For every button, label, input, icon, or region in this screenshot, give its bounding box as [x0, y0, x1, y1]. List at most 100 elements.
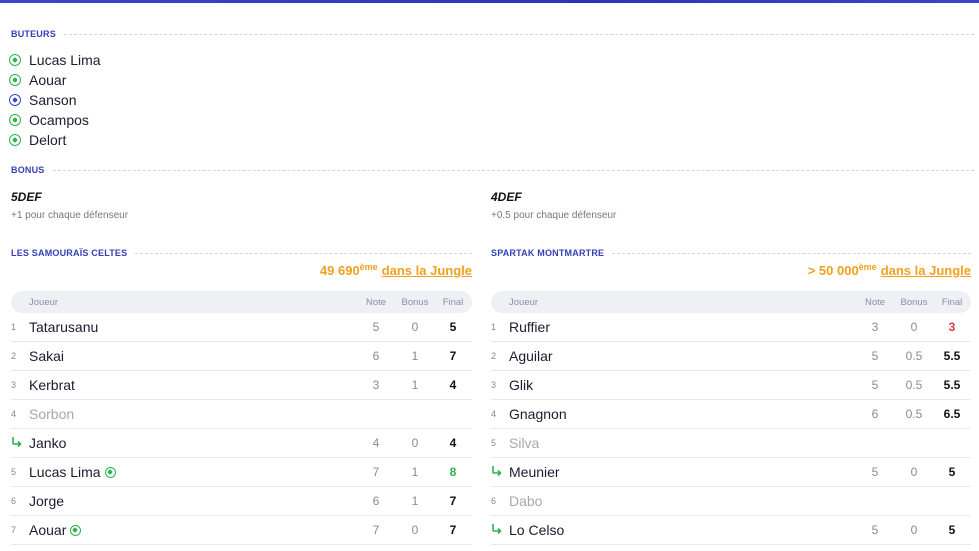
- player-position: 5: [491, 438, 497, 448]
- player-position: 7: [11, 525, 17, 535]
- soccer-ball-icon: [70, 524, 82, 536]
- player-name: Aguilar: [509, 348, 553, 364]
- soccer-ball-icon: [9, 134, 21, 146]
- team-name: SPARTAK MONTMARTRE: [491, 248, 605, 258]
- bonus-cell: 1: [411, 349, 419, 363]
- note-cell: 5: [871, 523, 879, 537]
- player-position: 4: [11, 409, 17, 419]
- soccer-ball-icon: [9, 54, 21, 66]
- player-name-cell[interactable]: Sorbon: [29, 406, 356, 422]
- final-cell: 4: [449, 378, 457, 392]
- player-name-cell[interactable]: Dabo: [509, 493, 855, 509]
- bonus-left: 5DEF +1 pour chaque défenseur: [11, 190, 128, 221]
- player-name: Dabo: [509, 493, 543, 509]
- bonus-description: +1 pour chaque défenseur: [11, 210, 129, 221]
- player-name-cell[interactable]: Glik: [509, 377, 855, 393]
- player-name-cell[interactable]: Aouar: [29, 522, 356, 538]
- table-row[interactable]: 4 Gnagnon 6 0.5 6.5: [491, 400, 971, 429]
- col-final: Final: [941, 296, 963, 308]
- scorer-name: Ocampos: [29, 112, 89, 128]
- bonus-cell: 1: [411, 465, 419, 479]
- player-position: 1: [491, 322, 497, 332]
- soccer-ball-icon: [9, 74, 21, 86]
- player-name: Sakai: [29, 348, 65, 364]
- team-left-rank: 49 690ème dans la Jungle: [320, 262, 472, 278]
- final-cell: 7: [449, 349, 457, 363]
- table-row[interactable]: 6 Dabo: [491, 487, 971, 516]
- bonus-cell: 1: [411, 494, 419, 508]
- substitution-icon: [11, 436, 29, 450]
- table-row[interactable]: 5 Silva: [491, 429, 971, 458]
- bonus-cell: 0: [411, 523, 419, 537]
- top-accent-bar: [0, 0, 979, 3]
- player-name: Jorge: [29, 493, 65, 509]
- table-row[interactable]: 1 Tatarusanu 5 0 5: [11, 313, 472, 342]
- table-row[interactable]: Janko 4 0 4: [11, 429, 472, 458]
- scorers-section-header: BUTEURS: [11, 29, 974, 39]
- player-name-cell[interactable]: Sakai: [29, 348, 356, 364]
- scorers-title: BUTEURS: [11, 29, 56, 39]
- final-cell: 5: [449, 320, 457, 334]
- player-name-cell[interactable]: Gnagnon: [509, 406, 855, 422]
- note-cell: 5: [372, 320, 380, 334]
- final-cell: 4: [449, 436, 457, 450]
- player-name-cell[interactable]: Silva: [509, 435, 855, 451]
- note-cell: 5: [871, 349, 879, 363]
- bonus-description: +0.5 pour chaque défenseur: [491, 210, 617, 221]
- table-header: Joueur Note Bonus Final: [11, 291, 472, 313]
- table-row[interactable]: 3 Kerbrat 3 1 4: [11, 371, 472, 400]
- bonus-cell: 0: [910, 320, 918, 334]
- player-name-cell[interactable]: Janko: [29, 435, 356, 451]
- table-row[interactable]: 2 Aguilar 5 0.5 5.5: [491, 342, 971, 371]
- scorer-item: Aouar: [9, 70, 101, 90]
- note-cell: 3: [372, 378, 380, 392]
- scorers-list: Lucas Lima Aouar Sanson Ocampos Delort: [9, 50, 101, 150]
- bonus-section-header: BONUS: [11, 165, 974, 175]
- player-position: 2: [11, 351, 17, 361]
- table-row[interactable]: 6 Jorge 6 1 7: [11, 487, 472, 516]
- scorer-name: Sanson: [29, 92, 77, 108]
- section-divider: [135, 252, 472, 254]
- scorer-item: Sanson: [9, 90, 101, 110]
- player-name-cell[interactable]: Jorge: [29, 493, 356, 509]
- scorer-name: Aouar: [29, 72, 67, 88]
- note-cell: 4: [372, 436, 380, 450]
- jungle-link[interactable]: dans la Jungle: [382, 263, 472, 278]
- table-row[interactable]: 5 Lucas Lima 7 1 8: [11, 458, 472, 487]
- table-body: 1 Ruffier 3 0 3 2 Aguilar 5 0.5 5.5 3 Glik 5 0.5 5.5 4 G…: [491, 313, 971, 545]
- bonus-cell: 0: [411, 436, 419, 450]
- player-name-cell[interactable]: Lo Celso: [509, 522, 855, 538]
- player-name: Kerbrat: [29, 377, 75, 393]
- player-name-cell[interactable]: Kerbrat: [29, 377, 356, 393]
- player-name-cell[interactable]: Tatarusanu: [29, 319, 356, 335]
- player-name-cell[interactable]: Aguilar: [509, 348, 855, 364]
- col-player: Joueur: [509, 296, 539, 308]
- table-row[interactable]: 3 Glik 5 0.5 5.5: [491, 371, 971, 400]
- team-right-rank: > 50 000ème dans la Jungle: [808, 262, 971, 278]
- final-cell: 7: [449, 523, 457, 537]
- table-row[interactable]: Lo Celso 5 0 5: [491, 516, 971, 545]
- player-name-cell[interactable]: Ruffier: [509, 319, 855, 335]
- table-row[interactable]: 4 Sorbon: [11, 400, 472, 429]
- section-divider: [612, 252, 971, 254]
- player-position: 6: [491, 496, 497, 506]
- soccer-ball-icon: [104, 466, 116, 478]
- note-cell: 5: [871, 378, 879, 392]
- table-row[interactable]: 2 Sakai 6 1 7: [11, 342, 472, 371]
- scorer-name: Lucas Lima: [29, 52, 101, 68]
- col-final: Final: [442, 296, 464, 308]
- final-cell: 6.5: [943, 407, 961, 421]
- table-body: 1 Tatarusanu 5 0 5 2 Sakai 6 1 7 3 Kerbrat 3 1 4 4 Sorbo…: [11, 313, 472, 545]
- player-position: 2: [491, 351, 497, 361]
- player-position: 6: [11, 496, 17, 506]
- player-name-cell[interactable]: Meunier: [509, 464, 855, 480]
- table-row[interactable]: Meunier 5 0 5: [491, 458, 971, 487]
- team-name: LES SAMOURAÏS CELTES: [11, 248, 128, 258]
- player-name-cell[interactable]: Lucas Lima: [29, 464, 356, 480]
- table-row[interactable]: 7 Aouar 7 0 7: [11, 516, 472, 545]
- rank-suffix: ème: [359, 262, 378, 272]
- rank-suffix: ème: [858, 262, 877, 272]
- jungle-link[interactable]: dans la Jungle: [881, 263, 971, 278]
- table-row[interactable]: 1 Ruffier 3 0 3: [491, 313, 971, 342]
- player-name: Janko: [29, 435, 67, 451]
